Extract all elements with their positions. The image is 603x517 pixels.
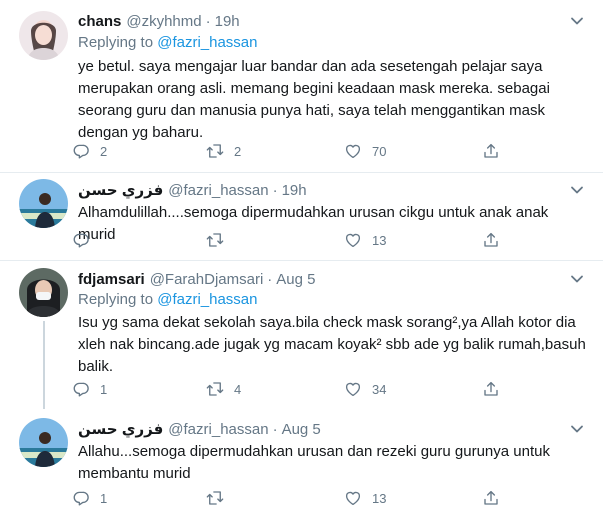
- chevron-down-icon[interactable]: [570, 16, 584, 26]
- reply-icon: [72, 380, 90, 398]
- retweet-icon: [206, 231, 224, 249]
- tweet-text-line: membantu murid: [78, 465, 191, 482]
- like-button[interactable]: 34: [344, 378, 386, 400]
- reply-button[interactable]: 1: [72, 487, 107, 509]
- replying-to-label: Replying to: [78, 34, 158, 51]
- retweet-button[interactable]: 4: [206, 378, 241, 400]
- replying-to: Replying to @fazri_hassan: [78, 291, 258, 308]
- timestamp[interactable]: 19h: [215, 13, 240, 30]
- share-icon: [482, 142, 500, 160]
- user-handle[interactable]: @fazri_hassan: [168, 421, 268, 438]
- user-handle[interactable]: @zkyhhmd: [126, 13, 201, 30]
- tweet-text-line: merupakan orang asli. memang begini kead…: [78, 80, 550, 97]
- avatar[interactable]: [19, 418, 68, 467]
- reply-button[interactable]: [72, 229, 100, 251]
- dot-separator: ·: [272, 181, 278, 199]
- share-button[interactable]: [482, 487, 500, 509]
- display-name[interactable]: فزري حسن: [78, 181, 163, 199]
- avatar[interactable]: [19, 179, 68, 228]
- heart-icon: [344, 380, 362, 398]
- share-icon: [482, 380, 500, 398]
- tweet[interactable]: فزري حسن @fazri_hassan · 19h Alhamdulill…: [0, 173, 603, 260]
- reply-count: 1: [100, 490, 108, 506]
- heart-icon: [344, 231, 362, 249]
- retweet-button[interactable]: [206, 487, 234, 509]
- timestamp[interactable]: Aug 5: [276, 271, 315, 288]
- retweet-icon: [206, 380, 224, 398]
- share-icon: [482, 489, 500, 507]
- replying-to-link[interactable]: @fazri_hassan: [157, 291, 257, 308]
- heart-icon: [344, 142, 362, 160]
- user-handle[interactable]: @fazri_hassan: [168, 182, 268, 199]
- tweet-text: Isu yg sama dekat sekolah saya.bila chec…: [78, 312, 588, 378]
- reply-count: 1: [100, 381, 108, 397]
- replying-to-label: Replying to: [78, 291, 158, 308]
- like-count: 13: [372, 232, 387, 248]
- tweet-actions: 1 4 34: [72, 378, 512, 400]
- share-icon: [482, 231, 500, 249]
- share-button[interactable]: [482, 378, 500, 400]
- like-button[interactable]: 13: [344, 229, 386, 251]
- reply-icon: [72, 231, 90, 249]
- like-count: 13: [372, 490, 387, 506]
- tweet-text-line: balik.: [78, 358, 114, 375]
- retweet-icon: [206, 142, 224, 160]
- reply-icon: [72, 489, 90, 507]
- tweet-actions: 2 2 70: [72, 140, 512, 162]
- dot-separator: ·: [272, 420, 278, 438]
- tweet-text-line: seorang guru dan manusia punya hati, say…: [78, 102, 545, 119]
- retweet-count: 4: [234, 381, 242, 397]
- tweet[interactable]: fdjamsari @FarahDjamsari · Aug 5 Replyin…: [0, 261, 603, 409]
- avatar[interactable]: [19, 268, 68, 317]
- share-button[interactable]: [482, 229, 500, 251]
- like-count: 70: [372, 143, 387, 159]
- thread-line: [43, 321, 45, 409]
- tweet-actions: 13: [72, 229, 512, 251]
- avatar[interactable]: [19, 11, 68, 60]
- retweet-count: 2: [234, 143, 242, 159]
- like-button[interactable]: 70: [344, 140, 386, 162]
- tweet-text-line: Isu yg sama dekat sekolah saya.bila chec…: [78, 314, 576, 331]
- display-name[interactable]: فزري حسن: [78, 420, 163, 438]
- like-button[interactable]: 13: [344, 487, 386, 509]
- heart-icon: [344, 489, 362, 507]
- chevron-down-icon[interactable]: [570, 424, 584, 434]
- dot-separator: ·: [205, 12, 211, 30]
- display-name[interactable]: chans: [78, 13, 121, 30]
- reply-count: 2: [100, 143, 108, 159]
- retweet-button[interactable]: [206, 229, 234, 251]
- reply-button[interactable]: 2: [72, 140, 107, 162]
- replying-to-link[interactable]: @fazri_hassan: [157, 34, 257, 51]
- dot-separator: ·: [267, 270, 273, 288]
- like-count: 34: [372, 381, 387, 397]
- user-handle[interactable]: @FarahDjamsari: [150, 271, 264, 288]
- timestamp[interactable]: Aug 5: [282, 421, 321, 438]
- retweet-icon: [206, 489, 224, 507]
- tweet-text-line: ye betul. saya mengajar luar bandar dan …: [78, 58, 543, 75]
- reply-button[interactable]: 1: [72, 378, 107, 400]
- share-button[interactable]: [482, 140, 500, 162]
- tweet-actions: 1 13: [72, 487, 512, 509]
- tweet-text: Allahu...semoga dipermudahkan urusan dan…: [78, 441, 588, 485]
- reply-icon: [72, 142, 90, 160]
- timestamp[interactable]: 19h: [282, 182, 307, 199]
- tweet[interactable]: chans @zkyhhmd · 19h Replying to @fazri_…: [0, 0, 603, 172]
- tweet-text: ye betul. saya mengajar luar bandar dan …: [78, 56, 588, 144]
- retweet-button[interactable]: 2: [206, 140, 241, 162]
- tweet[interactable]: فزري حسن @fazri_hassan · Aug 5 Allahu...…: [0, 405, 603, 517]
- replying-to: Replying to @fazri_hassan: [78, 34, 258, 51]
- tweet-text-line: xleh nak bincang.ade jugak yg macam koya…: [78, 336, 586, 353]
- tweet-text-line: Allahu...semoga dipermudahkan urusan dan…: [78, 443, 550, 460]
- chevron-down-icon[interactable]: [570, 185, 584, 195]
- chevron-down-icon[interactable]: [570, 274, 584, 284]
- display-name[interactable]: fdjamsari: [78, 271, 145, 288]
